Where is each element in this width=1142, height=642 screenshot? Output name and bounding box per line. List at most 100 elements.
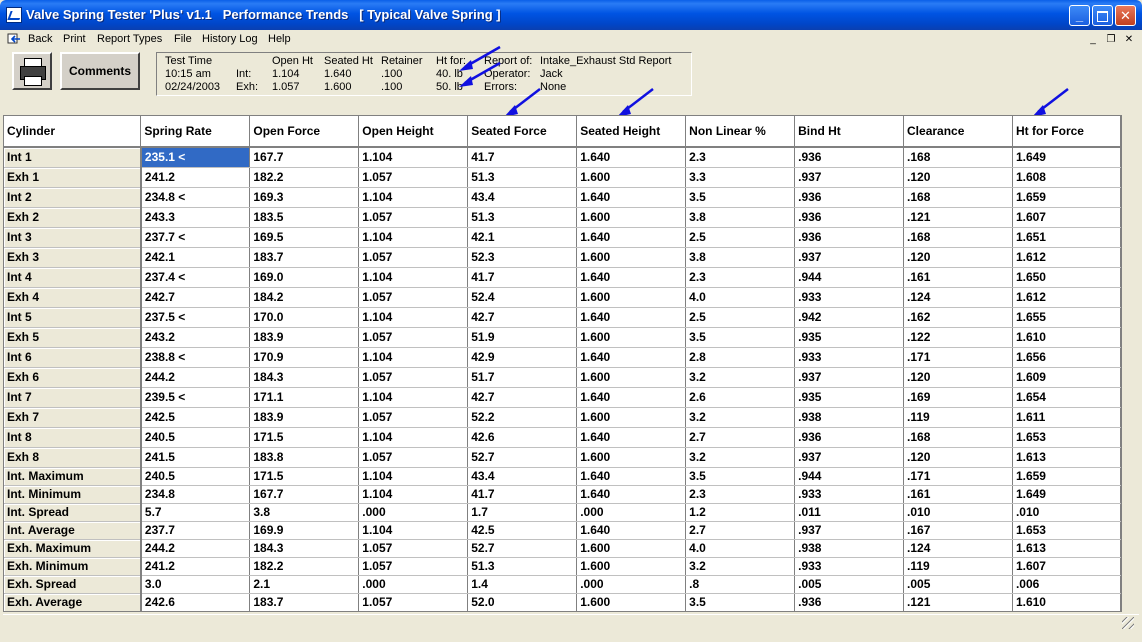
table-cell[interactable]: 2.3 [685,147,796,168]
table-cell[interactable]: .168 [903,187,1013,208]
table-cell[interactable]: 3.5 [685,593,796,611]
table-cell[interactable]: .933 [794,347,905,368]
table-cell[interactable]: 1.600 [576,247,687,268]
table-cell[interactable]: 4.0 [685,539,796,558]
table-cell[interactable]: 1.104 [358,147,469,168]
table-cell[interactable]: 182.2 [249,557,360,576]
table-cell[interactable]: 42.9 [467,347,578,368]
table-cell[interactable]: 1.057 [358,327,469,348]
menu-print[interactable]: Print [63,33,86,45]
table-cell[interactable]: 1.640 [576,347,687,368]
table-cell[interactable]: 167.7 [249,147,360,168]
table-cell[interactable]: .933 [794,485,905,504]
column-header[interactable]: Open Height [358,116,469,148]
table-cell[interactable]: 1.640 [576,521,687,540]
table-cell[interactable]: 3.2 [685,367,796,388]
table-cell[interactable]: 1.640 [576,147,687,168]
table-cell[interactable]: .171 [903,347,1013,368]
table-cell[interactable]: 240.5 [140,427,251,448]
table-cell[interactable]: .005 [903,575,1013,594]
table-cell[interactable]: 1.654 [1012,387,1121,408]
table-cell[interactable]: 238.8 < [140,347,251,368]
table-cell[interactable]: 3.2 [685,407,796,428]
close-button[interactable]: ✕ [1115,5,1136,26]
table-cell[interactable]: .010 [903,503,1013,522]
table-cell[interactable]: 1.640 [576,485,687,504]
table-cell[interactable]: 1.610 [1012,593,1121,611]
table-cell[interactable]: .168 [903,147,1013,168]
table-cell[interactable]: 1.607 [1012,207,1121,228]
table-cell[interactable]: 41.7 [467,485,578,504]
table-cell[interactable]: 171.5 [249,427,360,448]
table-cell[interactable]: 1.640 [576,187,687,208]
table-cell[interactable]: 3.2 [685,447,796,468]
table-cell[interactable]: 1.612 [1012,247,1121,268]
row-header[interactable]: Exh 4 [4,287,142,308]
row-header[interactable]: Int 4 [4,267,142,288]
column-header[interactable]: Open Force [249,116,360,148]
table-cell[interactable]: 2.5 [685,307,796,328]
menu-history-log[interactable]: History Log [202,33,258,45]
table-cell[interactable]: 1.104 [358,521,469,540]
table-cell[interactable]: 43.4 [467,467,578,486]
print-button[interactable] [12,52,52,90]
table-cell[interactable]: .933 [794,557,905,576]
table-cell[interactable]: 3.5 [685,467,796,486]
column-header[interactable]: Bind Ht [794,116,905,148]
table-cell[interactable]: .936 [794,187,905,208]
table-cell[interactable]: 244.2 [140,539,251,558]
table-cell[interactable]: 1.650 [1012,267,1121,288]
table-cell[interactable]: 42.7 [467,387,578,408]
table-cell[interactable]: 1.600 [576,367,687,388]
table-cell[interactable]: 184.3 [249,539,360,558]
table-cell[interactable]: .120 [903,367,1013,388]
table-cell[interactable]: 41.7 [467,267,578,288]
table-cell[interactable]: 1.104 [358,347,469,368]
table-cell[interactable]: 169.3 [249,187,360,208]
table-cell[interactable]: 243.3 [140,207,251,228]
table-cell[interactable]: .121 [903,593,1013,611]
table-cell[interactable]: 1.600 [576,593,687,611]
menu-report-types[interactable]: Report Types [97,33,162,45]
row-header[interactable]: Exh. Minimum [4,557,142,576]
table-cell[interactable]: 3.5 [685,187,796,208]
table-cell[interactable]: 182.2 [249,167,360,188]
table-cell[interactable]: 171.1 [249,387,360,408]
table-cell[interactable]: 1.640 [576,467,687,486]
table-cell[interactable]: 242.7 [140,287,251,308]
table-cell[interactable]: .944 [794,467,905,486]
table-cell[interactable]: 241.5 [140,447,251,468]
table-cell[interactable]: 235.1 < [140,147,251,168]
table-cell[interactable]: 1.104 [358,427,469,448]
column-header[interactable]: Clearance [903,116,1013,148]
table-cell[interactable]: 52.3 [467,247,578,268]
table-cell[interactable]: 1.600 [576,539,687,558]
table-cell[interactable]: 1.613 [1012,447,1121,468]
table-cell[interactable]: 1.655 [1012,307,1121,328]
row-header[interactable]: Exh 8 [4,447,142,468]
table-cell[interactable]: 239.5 < [140,387,251,408]
row-header[interactable]: Exh. Average [4,593,142,611]
table-cell[interactable]: 1.600 [576,557,687,576]
table-cell[interactable]: 1.600 [576,447,687,468]
table-cell[interactable]: 1.057 [358,367,469,388]
table-cell[interactable]: .169 [903,387,1013,408]
table-cell[interactable]: 42.1 [467,227,578,248]
table-cell[interactable]: 3.5 [685,327,796,348]
table-cell[interactable]: 51.3 [467,167,578,188]
table-cell[interactable]: 2.8 [685,347,796,368]
resize-grip-icon[interactable] [1122,617,1134,629]
table-cell[interactable]: 1.608 [1012,167,1121,188]
table-cell[interactable]: 1.104 [358,467,469,486]
table-cell[interactable]: .119 [903,407,1013,428]
table-cell[interactable]: 1.612 [1012,287,1121,308]
table-cell[interactable]: 2.6 [685,387,796,408]
table-cell[interactable]: 2.7 [685,521,796,540]
table-cell[interactable]: 184.2 [249,287,360,308]
table-cell[interactable]: 1.653 [1012,521,1121,540]
mdi-minimize-button[interactable]: _ [1085,33,1101,47]
table-cell[interactable]: 234.8 < [140,187,251,208]
table-cell[interactable]: .937 [794,521,905,540]
table-cell[interactable]: .935 [794,327,905,348]
table-cell[interactable]: 1.600 [576,327,687,348]
